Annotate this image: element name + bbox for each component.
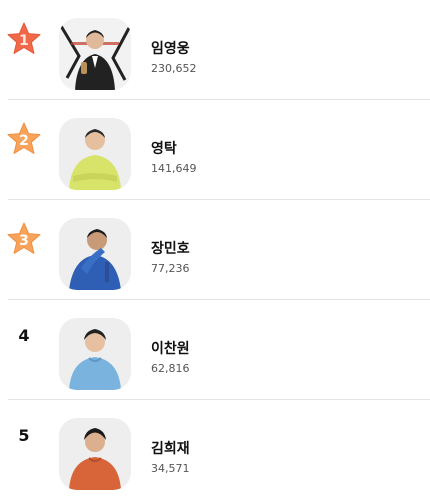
- artist-name[interactable]: 장민호: [151, 238, 190, 258]
- avatar: [59, 118, 131, 190]
- artist-name[interactable]: 이찬원: [151, 338, 190, 358]
- ranking-item-4[interactable]: 4 이찬원 62,816: [0, 300, 430, 400]
- rank-number: 3: [19, 233, 29, 249]
- star-icon: 2: [7, 122, 41, 154]
- artist-name[interactable]: 임영웅: [151, 38, 190, 58]
- person-photo-icon: [59, 218, 131, 290]
- vote-count: 34,571: [151, 462, 190, 475]
- avatar: [59, 18, 131, 90]
- rank-number: 4: [18, 326, 30, 345]
- rank-number: 2: [19, 133, 29, 149]
- vote-count: 230,652: [151, 62, 197, 75]
- avatar: [59, 218, 131, 290]
- ranking-item-5[interactable]: 5 김희재 34,571: [0, 400, 430, 500]
- rank-star-badge: 1: [6, 21, 42, 57]
- star-icon: 3: [7, 222, 41, 254]
- ranking-list: 1 임영웅 230,652 2 영탁 141,649 3 장민호 77,236 …: [0, 0, 430, 501]
- star-icon: 1: [7, 22, 41, 54]
- avatar: [59, 318, 131, 390]
- rank-number: 1: [19, 33, 29, 49]
- ranking-item-2[interactable]: 2 영탁 141,649: [0, 100, 430, 200]
- ranking-item-1[interactable]: 1 임영웅 230,652: [0, 0, 430, 100]
- vote-count: 141,649: [151, 162, 197, 175]
- artist-name[interactable]: 영탁: [151, 138, 177, 158]
- artist-name[interactable]: 김희재: [151, 438, 190, 458]
- rank-number: 5: [18, 426, 30, 445]
- avatar: [59, 418, 131, 490]
- person-photo-icon: [59, 118, 131, 190]
- person-photo-icon: [59, 318, 131, 390]
- person-photo-icon: [59, 418, 131, 490]
- rank-star-badge: 3: [6, 221, 42, 257]
- person-photo-icon: [59, 18, 131, 90]
- vote-count: 77,236: [151, 262, 190, 275]
- vote-count: 62,816: [151, 362, 190, 375]
- ranking-item-3[interactable]: 3 장민호 77,236: [0, 200, 430, 300]
- rank-star-badge: 2: [6, 121, 42, 157]
